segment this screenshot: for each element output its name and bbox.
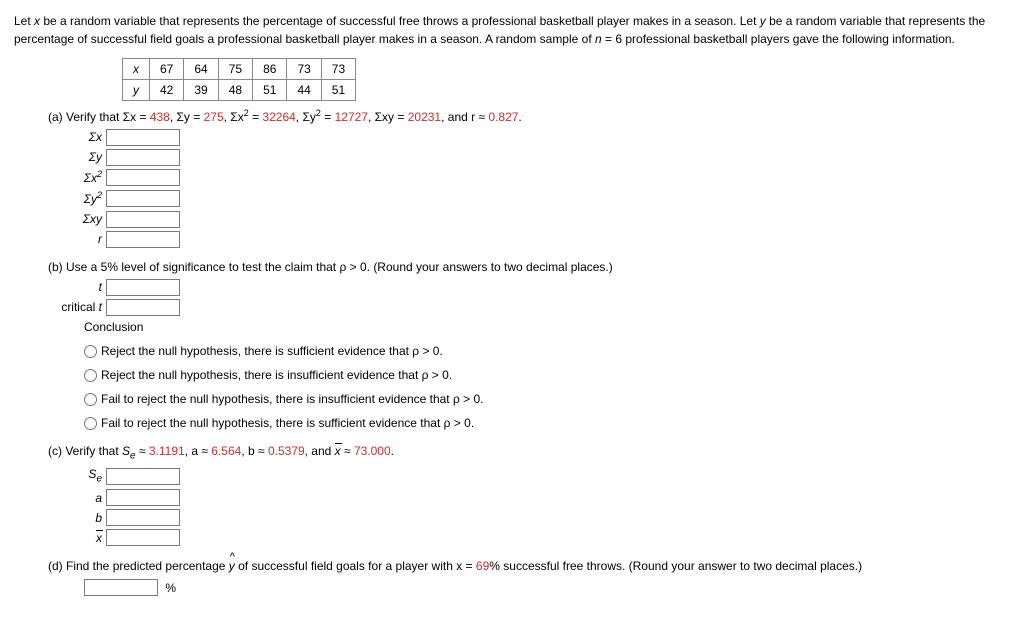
sigma-y2-input[interactable] (106, 190, 180, 207)
sigma-x2-label: Σx2 (48, 168, 106, 187)
table-cell: 51 (321, 80, 355, 101)
table-x-label: x (123, 59, 150, 80)
table-cell: 64 (184, 59, 218, 80)
part-b: (b) Use a 5% level of significance to te… (48, 258, 1010, 432)
table-cell: 39 (184, 80, 218, 101)
part-b-text: (b) Use a 5% level of significance to te… (48, 258, 1010, 276)
table-y-label: y (123, 80, 150, 101)
conclusion-option-1[interactable] (84, 345, 97, 358)
sigma-x-input[interactable] (106, 129, 180, 146)
xbar-input[interactable] (106, 529, 180, 546)
sigma-xy-input[interactable] (106, 211, 180, 228)
conclusion-option-4[interactable] (84, 417, 97, 430)
predicted-yhat-input[interactable] (84, 579, 158, 596)
table-cell: 75 (218, 59, 252, 80)
part-c-text: (c) Verify that Se ≈ 3.1191, a ≈ 6.564, … (48, 442, 1010, 463)
data-table: x 67 64 75 86 73 73 y 42 39 48 51 44 51 (122, 58, 356, 101)
part-d: (d) Find the predicted percentage y of s… (48, 557, 1010, 597)
problem-intro: Let x be a random variable that represen… (14, 12, 1010, 48)
part-c: (c) Verify that Se ≈ 3.1191, a ≈ 6.564, … (48, 442, 1010, 547)
sigma-y-label: Σy (48, 148, 106, 166)
conclusion-label: Conclusion (84, 318, 1010, 336)
conclusion-option-3-label: Fail to reject the null hypothesis, ther… (101, 390, 484, 408)
table-cell: 73 (321, 59, 355, 80)
table-cell: 48 (218, 80, 252, 101)
se-label: Se (48, 465, 106, 486)
conclusion-option-2-label: Reject the null hypothesis, there is ins… (101, 366, 452, 384)
r-input[interactable] (106, 231, 180, 248)
critical-t-label: critical t (48, 298, 106, 316)
t-input[interactable] (106, 279, 180, 296)
table-cell: 51 (253, 80, 287, 101)
conclusion-radio-group: Reject the null hypothesis, there is suf… (84, 342, 1010, 432)
part-a-text: (a) Verify that Σx = 438, Σy = 275, Σx2 … (48, 107, 1010, 126)
conclusion-option-1-label: Reject the null hypothesis, there is suf… (101, 342, 443, 360)
conclusion-option-2[interactable] (84, 369, 97, 382)
t-label: t (48, 278, 106, 296)
table-cell: 44 (287, 80, 321, 101)
critical-t-input[interactable] (106, 299, 180, 316)
b-input[interactable] (106, 509, 180, 526)
sigma-y2-label: Σy2 (48, 189, 106, 208)
sigma-y-input[interactable] (106, 149, 180, 166)
b-label: b (48, 509, 106, 527)
table-cell: 86 (253, 59, 287, 80)
sigma-x2-input[interactable] (106, 169, 180, 186)
sigma-x-label: Σx (48, 128, 106, 146)
part-d-text: (d) Find the predicted percentage y of s… (48, 557, 1010, 575)
table-cell: 73 (287, 59, 321, 80)
a-label: a (48, 489, 106, 507)
part-a: (a) Verify that Σx = 438, Σy = 275, Σx2 … (48, 107, 1010, 248)
xbar-label: x (48, 529, 106, 547)
conclusion-option-4-label: Fail to reject the null hypothesis, ther… (101, 414, 474, 432)
table-cell: 42 (150, 80, 184, 101)
percent-unit: % (165, 581, 176, 595)
se-input[interactable] (106, 468, 180, 485)
table-cell: 67 (150, 59, 184, 80)
a-input[interactable] (106, 489, 180, 506)
sigma-xy-label: Σxy (48, 210, 106, 228)
conclusion-option-3[interactable] (84, 393, 97, 406)
r-label: r (48, 230, 106, 248)
